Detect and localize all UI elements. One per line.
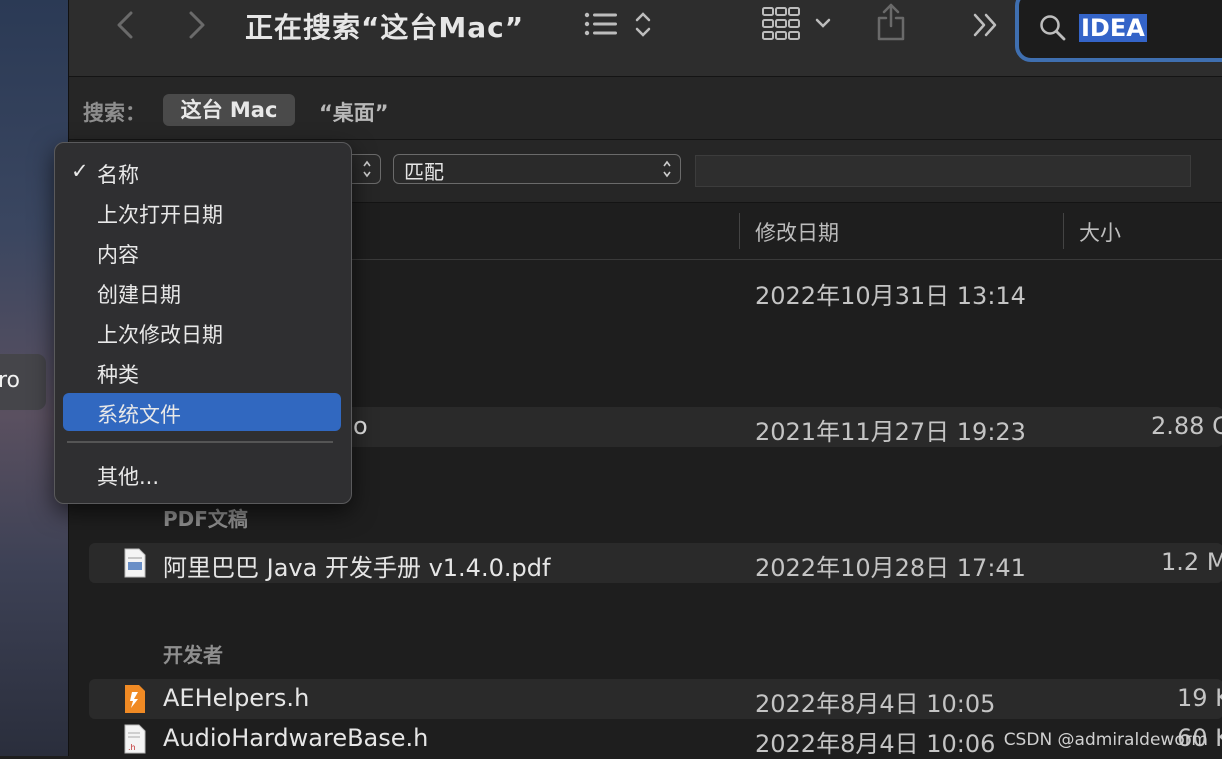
scope-this-mac-button[interactable]: 这台 Mac [163, 94, 295, 126]
criteria-value-input[interactable] [695, 155, 1191, 187]
file-date: 2022年8月4日 10:05 [755, 690, 996, 718]
menu-item-created[interactable]: 创建日期 [63, 273, 341, 311]
menu-item-label: 系统文件 [97, 403, 181, 427]
file-date: 2022年10月31日 13:14 [755, 282, 1026, 310]
window-title: 正在搜索“这台Mac” [245, 11, 525, 44]
file-name: AudioHardwareBase.h [163, 724, 429, 752]
toolbar: 正在搜索“这台Mac” IDEA [69, 0, 1222, 77]
menu-item-label: 其他... [97, 465, 160, 489]
menu-item-contents[interactable]: 内容 [63, 233, 341, 271]
search-scope-bar: 搜索： 这台 Mac “桌面” [69, 77, 1222, 140]
popup-arrows-icon [363, 160, 371, 178]
checkmark-icon: ✓ [71, 159, 89, 183]
dock-item[interactable]: ro [0, 354, 46, 410]
search-field[interactable]: IDEA [1015, 0, 1222, 62]
file-name: 阿里巴巴 Java 开发手册 v1.4.0.pdf [163, 554, 551, 582]
menu-item-label: 上次打开日期 [97, 203, 223, 227]
file-date: 2021年11月27日 19:23 [755, 418, 1026, 446]
popup-arrows-icon [663, 160, 671, 178]
file-size: 19 K [1177, 684, 1222, 712]
file-size: 1.2 M [1161, 548, 1222, 576]
file-date: 2022年8月4日 10:06 [755, 730, 996, 758]
menu-item-label: 名称 [97, 163, 139, 187]
share-icon[interactable] [875, 2, 907, 42]
attribute-menu: ✓ 名称 上次打开日期 内容 创建日期 上次修改日期 种类 系统文件 其他... [54, 142, 352, 504]
back-icon[interactable] [115, 10, 137, 40]
menu-item-label: 种类 [97, 363, 139, 387]
search-icon [1040, 15, 1066, 41]
file-size: 2.88 G [1151, 412, 1222, 440]
match-popup-label: 匹配 [404, 160, 444, 184]
menu-item-label: 内容 [97, 243, 139, 267]
menu-item-other[interactable]: 其他... [63, 455, 341, 493]
file-name: AEHelpers.h [163, 684, 310, 712]
menu-item-kind[interactable]: 种类 [63, 353, 341, 391]
watermark: CSDN @admiraldeworm [1003, 730, 1208, 750]
column-separator[interactable] [1063, 213, 1064, 249]
menu-item-label: 创建日期 [97, 283, 181, 307]
menu-item-system-files[interactable]: 系统文件 [63, 393, 341, 431]
svg-text:.h: .h [128, 743, 136, 752]
forward-icon[interactable] [185, 10, 207, 40]
file-date: 2022年10月28日 17:41 [755, 554, 1026, 582]
scope-label: 搜索： [83, 101, 146, 125]
menu-separator [67, 441, 333, 443]
menu-item-name[interactable]: ✓ 名称 [63, 153, 341, 191]
menu-item-last-modified[interactable]: 上次修改日期 [63, 313, 341, 351]
search-query[interactable]: IDEA [1079, 14, 1147, 42]
group-header: PDF文稿 [163, 507, 248, 531]
more-toolbar-icon[interactable] [971, 12, 1001, 38]
header-file-icon: .h [124, 724, 146, 754]
menu-item-last-opened[interactable]: 上次打开日期 [63, 193, 341, 231]
pdf-file-icon [124, 548, 146, 578]
scope-desktop-button[interactable]: “桌面” [319, 97, 389, 127]
file-name: o [353, 412, 368, 440]
list-item[interactable]: 阿里巴巴 Java 开发手册 v1.4.0.pdf 2022年10月28日 17… [89, 543, 1222, 583]
column-separator[interactable] [739, 213, 740, 249]
list-item[interactable]: AEHelpers.h 2022年8月4日 10:05 19 K [89, 679, 1222, 719]
group-by-icon[interactable] [761, 6, 835, 42]
dock-item-label: ro [0, 368, 21, 393]
list-view-icon[interactable] [583, 10, 655, 40]
match-popup[interactable]: 匹配 [393, 154, 681, 184]
column-modified-date[interactable]: 修改日期 [755, 217, 839, 247]
header-file-icon [125, 685, 145, 713]
column-size[interactable]: 大小 [1079, 217, 1121, 247]
group-header: 开发者 [163, 643, 223, 667]
menu-item-label: 上次修改日期 [97, 323, 223, 347]
